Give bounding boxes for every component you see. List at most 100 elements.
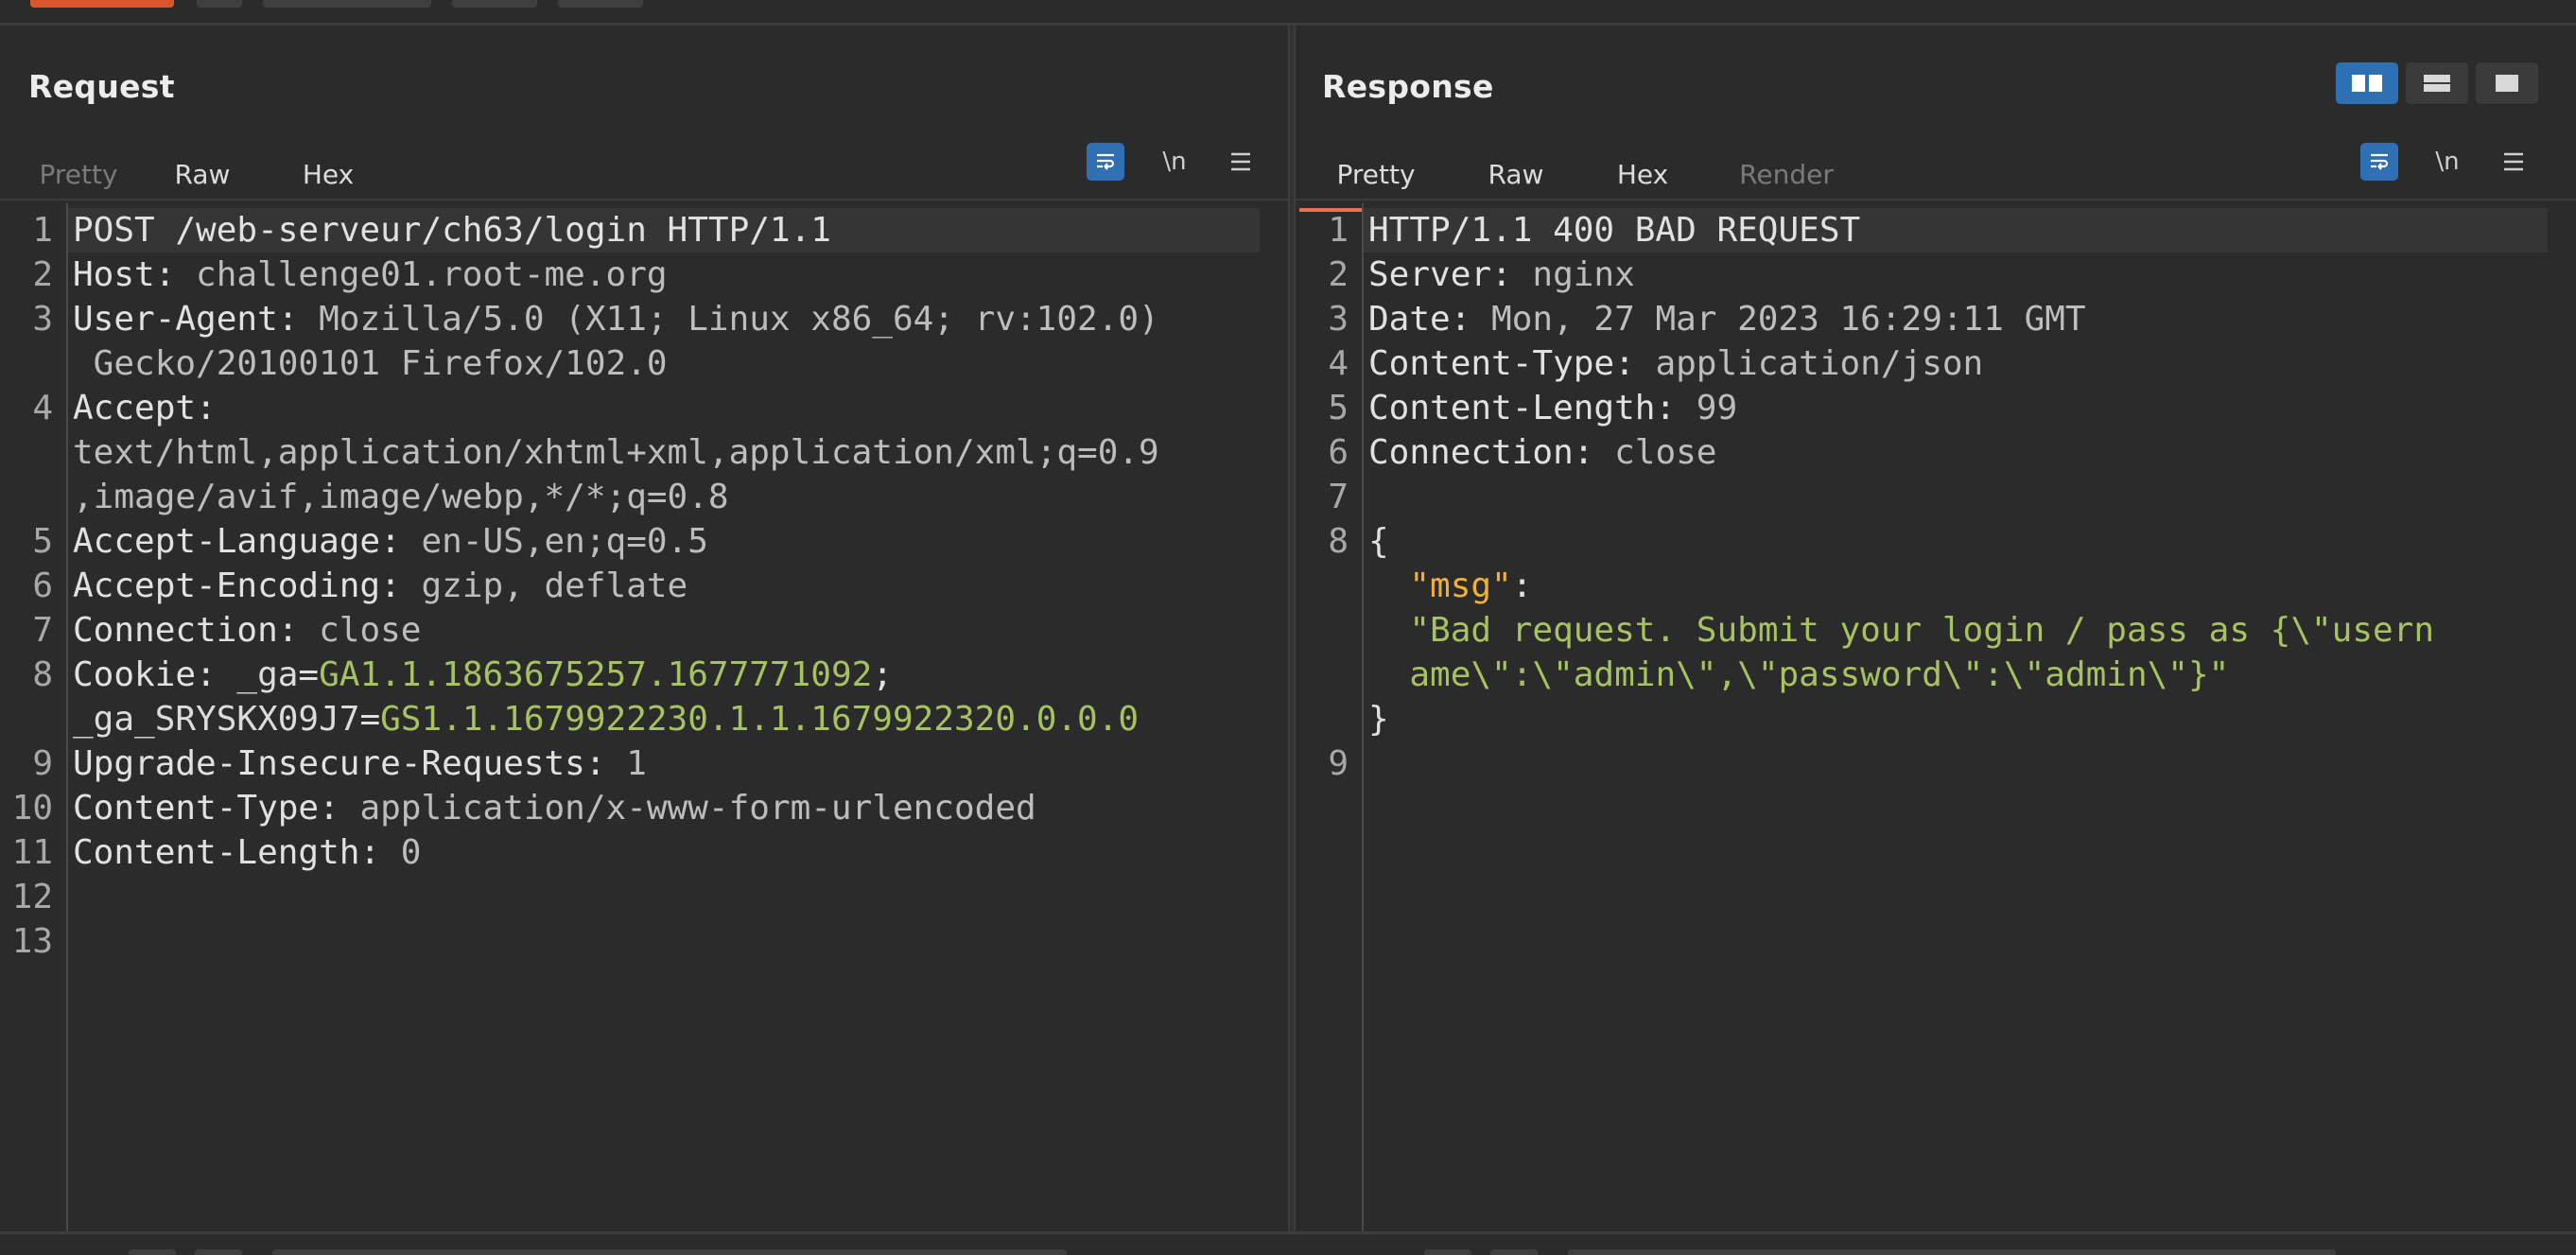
code-line[interactable]: 6 Accept-Encoding: gzip, deflate	[32, 564, 1260, 608]
code-token: 0	[400, 833, 422, 872]
code-line[interactable]: text/html,application/xhtml+xml,applicat…	[68, 430, 1260, 475]
code-text: Accept:	[73, 386, 217, 430]
code-text: Date: Mon, 27 Mar 2023 16:29:11 GMT	[1368, 297, 2086, 341]
line-number: 2	[32, 255, 53, 294]
show-newlines-toggle[interactable]: \n	[1156, 143, 1193, 181]
layout-toggle-group	[2336, 62, 2538, 104]
code-line[interactable]: 11 Content-Length: 0	[12, 830, 1260, 875]
code-token: Accept-Encoding:	[73, 566, 422, 605]
search-control-edge[interactable]	[1490, 1249, 1538, 1255]
code-line[interactable]: 9	[1328, 741, 2548, 786]
single-panel-icon	[2496, 75, 2518, 92]
code-line[interactable]: 3 User-Agent: Mozilla/5.0 (X11; Linux x86…	[32, 297, 1260, 341]
code-text: Accept-Encoding: gzip, deflate	[73, 564, 688, 608]
line-number: 8	[32, 655, 53, 694]
code-line[interactable]: 4 Accept:	[32, 386, 1260, 430]
code-line[interactable]: 1 POST /web-serveur/ch63/login HTTP/1.1	[32, 208, 1260, 253]
search-input-edge[interactable]	[1568, 1249, 2336, 1255]
code-token: GA1.1.1863675257.1677771092	[319, 655, 873, 694]
code-line[interactable]: 2 Host: challenge01.root-me.org	[32, 253, 1260, 297]
code-token: close	[319, 611, 422, 650]
request-tab-raw[interactable]: Raw	[138, 136, 267, 212]
wrap-lines-toggle[interactable]	[1087, 143, 1124, 181]
line-number: 7	[32, 611, 53, 650]
toolbar-button-edge[interactable]	[558, 0, 643, 8]
response-editor[interactable]: 1 HTTP/1.1 400 BAD REQUEST 2 Server: nginx 3…	[1296, 203, 2576, 1232]
code-line[interactable]: 7	[1328, 475, 2548, 519]
code-line[interactable]: 10 Content-Type: application/x-www-form-u…	[12, 786, 1260, 830]
toolbar-button-edge[interactable]	[452, 0, 537, 8]
request-menu-button[interactable]	[1222, 143, 1260, 181]
code-token: Content-Type:	[1368, 344, 1656, 383]
code-token: application/json	[1655, 344, 1984, 383]
code-token: =	[298, 655, 320, 694]
response-tab-pretty[interactable]: Pretty	[1299, 136, 1453, 212]
search-input-edge[interactable]	[272, 1249, 1067, 1255]
code-line[interactable]: "msg":	[1364, 564, 2548, 608]
request-pane: Request Pretty Raw Hex \n 1 POST /web-ser…	[0, 26, 1288, 1255]
code-line[interactable]: 7 Connection: close	[32, 608, 1260, 653]
code-token: Gecko/20100101 Firefox/102.0	[73, 344, 668, 383]
code-token: POST /web-serveur/ch63/login HTTP/1.1	[73, 211, 831, 250]
code-token: ,image/avif,image/webp,*/*;q=0.8	[73, 478, 729, 516]
code-text: "msg":	[1368, 564, 1532, 608]
response-tab-raw[interactable]: Raw	[1453, 136, 1579, 212]
request-tab-hex[interactable]: Hex	[267, 136, 390, 212]
code-line[interactable]: 3 Date: Mon, 27 Mar 2023 16:29:11 GMT	[1328, 297, 2548, 341]
layout-single-button[interactable]	[2476, 62, 2538, 104]
code-line[interactable]: 12	[12, 875, 1260, 919]
code-token: {	[1368, 522, 1389, 561]
toolbar-button-edge[interactable]	[263, 0, 431, 8]
code-line[interactable]: 5 Accept-Language: en-US,en;q=0.5	[32, 519, 1260, 564]
code-token: Connection:	[73, 611, 320, 650]
layout-side-by-side-button[interactable]	[2336, 62, 2398, 104]
code-line[interactable]: ,image/avif,image/webp,*/*;q=0.8	[68, 475, 1260, 519]
code-line[interactable]: 8 Cookie: _ga=GA1.1.1863675257.1677771092…	[32, 653, 1260, 697]
code-token: _ga	[236, 655, 299, 694]
split-columns-icon	[2352, 75, 2382, 92]
code-line[interactable]: 13	[12, 919, 1260, 964]
code-line[interactable]: 5 Content-Length: 99	[1328, 386, 2548, 430]
request-tab-rule	[0, 199, 1288, 200]
request-tab-pretty[interactable]: Pretty	[19, 136, 138, 212]
response-tab-render[interactable]: Render	[1706, 136, 1867, 212]
tab-label: Raw	[174, 158, 231, 190]
wrap-icon	[2371, 153, 2389, 170]
code-line[interactable]: "Bad request. Submit your login / pass a…	[1364, 608, 2548, 653]
response-menu-button[interactable]	[2495, 143, 2532, 181]
bottom-search-strip	[0, 1231, 2576, 1255]
code-line[interactable]: ame\":\"admin\",\"password\":\"admin\"}"	[1364, 653, 2548, 697]
code-line[interactable]: 6 Connection: close	[1328, 430, 2548, 475]
code-token: Date:	[1368, 300, 1492, 339]
code-token: Content-Type:	[73, 789, 360, 828]
tab-label: Hex	[1616, 158, 1669, 190]
code-text: {	[1368, 519, 1389, 564]
code-token: application/x-www-form-urlencoded	[359, 789, 1036, 828]
pane-splitter[interactable]	[1288, 26, 1296, 1255]
show-newlines-toggle[interactable]: \n	[2428, 143, 2466, 181]
request-editor[interactable]: 1 POST /web-serveur/ch63/login HTTP/1.1 2 H…	[0, 203, 1288, 1232]
request-title: Request	[28, 68, 175, 105]
toolbar-button-edge[interactable]	[197, 0, 242, 8]
code-text: HTTP/1.1 400 BAD REQUEST	[1368, 208, 1860, 253]
response-tabs: Pretty Raw Hex Render	[1299, 136, 1867, 212]
code-line[interactable]: 8{	[1328, 519, 2548, 564]
code-line[interactable]: Gecko/20100101 Firefox/102.0	[68, 341, 1260, 386]
send-button-edge[interactable]	[30, 0, 174, 8]
layout-stacked-button[interactable]	[2406, 62, 2468, 104]
search-control-edge[interactable]	[1424, 1249, 1471, 1255]
code-line[interactable]: }	[1364, 697, 2548, 741]
search-control-edge[interactable]	[195, 1249, 242, 1255]
response-tab-hex[interactable]: Hex	[1579, 136, 1706, 212]
code-line[interactable]: 1 HTTP/1.1 400 BAD REQUEST	[1328, 208, 2548, 253]
code-line[interactable]: 2 Server: nginx	[1328, 253, 2548, 297]
code-text: Connection: close	[73, 608, 421, 653]
wrap-lines-toggle[interactable]	[2360, 143, 2398, 181]
code-line[interactable]: 4 Content-Type: application/json	[1328, 341, 2548, 386]
code-line[interactable]: _ga_SRYSKX09J7=GS1.1.1679922230.1.1.1679…	[68, 697, 1260, 741]
line-number: 11	[11, 833, 53, 872]
search-control-edge[interactable]	[129, 1249, 176, 1255]
code-token: "msg"	[1409, 566, 1512, 605]
code-line[interactable]: 9 Upgrade-Insecure-Requests: 1	[32, 741, 1260, 786]
code-text: ,image/avif,image/webp,*/*;q=0.8	[73, 475, 729, 519]
